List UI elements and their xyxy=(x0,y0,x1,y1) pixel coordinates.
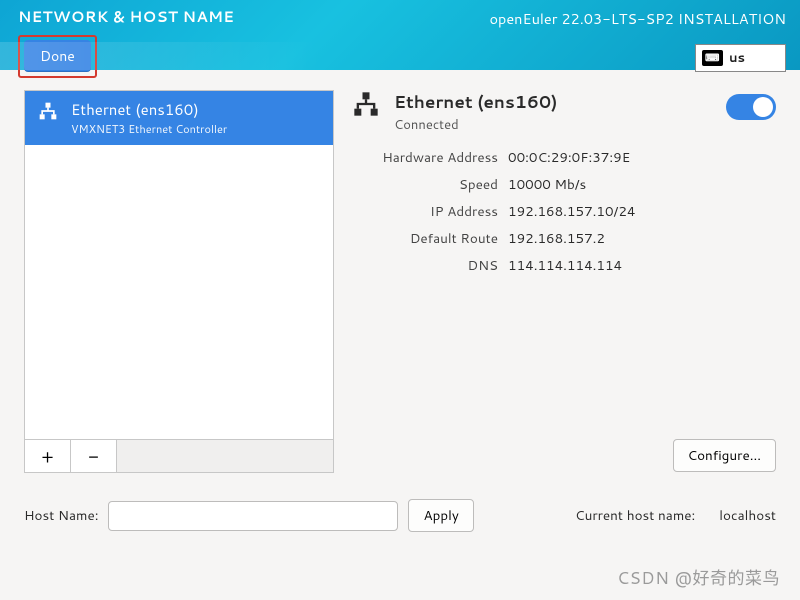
configure-button[interactable]: Configure... xyxy=(673,439,777,472)
connection-title: Ethernet (ens160) xyxy=(394,90,557,114)
done-highlight: Done xyxy=(18,35,97,78)
device-list-item[interactable]: Ethernet (ens160) VMXNET3 Ethernet Contr… xyxy=(25,91,333,145)
detail-row-ip: IP Address 192.168.157.10/24 xyxy=(352,202,776,221)
hostname-input[interactable] xyxy=(108,501,398,531)
content-area: Ethernet (ens160) VMXNET3 Ethernet Contr… xyxy=(0,80,800,600)
detail-value: 192.168.157.2 xyxy=(508,229,605,248)
connection-details: Hardware Address 00:0C:29:0F:37:9E Speed… xyxy=(352,148,776,275)
connection-details-panel: Ethernet (ens160) Connected Hardware Add… xyxy=(352,90,776,472)
keyboard-layout-label: us xyxy=(729,49,745,67)
hostname-label: Host Name: xyxy=(24,506,98,525)
done-button[interactable]: Done xyxy=(24,40,91,72)
detail-value: 00:0C:29:0F:37:9E xyxy=(508,148,630,167)
device-list-toolbar: + − xyxy=(24,440,334,473)
detail-label: Hardware Address xyxy=(352,148,498,167)
install-title: openEuler 22.03-LTS-SP2 INSTALLATION xyxy=(489,8,786,29)
remove-device-button[interactable]: − xyxy=(71,440,117,472)
device-list-panel: Ethernet (ens160) VMXNET3 Ethernet Contr… xyxy=(24,90,334,473)
connection-toggle[interactable] xyxy=(726,94,776,120)
top-bar: NETWORK & HOST NAME openEuler 22.03-LTS-… xyxy=(0,0,800,70)
device-name: Ethernet (ens160) xyxy=(71,99,227,120)
current-hostname-value: localhost xyxy=(719,506,776,525)
network-icon xyxy=(35,101,61,127)
detail-row-speed: Speed 10000 Mb/s xyxy=(352,175,776,194)
detail-row-route: Default Route 192.168.157.2 xyxy=(352,229,776,248)
keyboard-layout-indicator[interactable]: ⌨ us xyxy=(695,44,786,72)
detail-label: IP Address xyxy=(352,202,498,221)
network-icon xyxy=(352,90,380,127)
screen-title: NETWORK & HOST NAME xyxy=(18,6,234,27)
detail-row-dns: DNS 114.114.114.114 xyxy=(352,256,776,275)
keyboard-icon: ⌨ xyxy=(702,50,723,66)
add-device-button[interactable]: + xyxy=(25,440,71,472)
connection-status: Connected xyxy=(394,116,557,134)
device-list[interactable]: Ethernet (ens160) VMXNET3 Ethernet Contr… xyxy=(24,90,334,440)
apply-button[interactable]: Apply xyxy=(408,499,473,532)
detail-value: 10000 Mb/s xyxy=(508,175,586,194)
detail-value: 192.168.157.10/24 xyxy=(508,202,635,221)
hostname-row: Host Name: Apply Current host name: loca… xyxy=(24,499,776,532)
device-subtitle: VMXNET3 Ethernet Controller xyxy=(71,121,227,137)
detail-value: 114.114.114.114 xyxy=(508,256,622,275)
detail-label: Speed xyxy=(352,175,498,194)
detail-row-hwaddr: Hardware Address 00:0C:29:0F:37:9E xyxy=(352,148,776,167)
detail-label: DNS xyxy=(352,256,498,275)
detail-label: Default Route xyxy=(352,229,498,248)
current-hostname-label: Current host name: xyxy=(575,506,695,525)
